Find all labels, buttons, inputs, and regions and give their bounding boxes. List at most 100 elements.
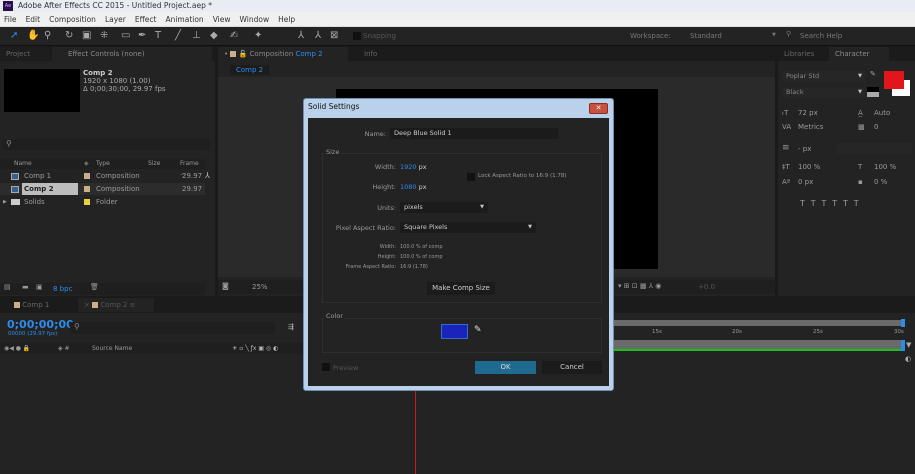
- project-item-comp-1[interactable]: Comp 1 Composition 29.97: [0, 170, 205, 182]
- type-tool-icon[interactable]: T: [155, 30, 161, 42]
- column-size[interactable]: Size: [148, 159, 160, 169]
- search-help-input[interactable]: Search Help: [800, 32, 842, 40]
- ok-button[interactable]: OK: [475, 361, 536, 374]
- magnification-icon[interactable]: ◙: [222, 282, 229, 290]
- tsume-value[interactable]: 0 %: [874, 178, 887, 186]
- menu-layer[interactable]: Layer: [105, 12, 126, 26]
- hand-tool-icon[interactable]: ✋: [27, 30, 39, 42]
- work-area-bar[interactable]: [613, 320, 903, 326]
- axis-view-icon[interactable]: ⊠: [330, 30, 338, 42]
- tab-info[interactable]: Info: [358, 47, 383, 61]
- font-style-dropdown[interactable]: Black ▼: [782, 87, 866, 98]
- tab-timeline-comp-1[interactable]: Comp 1: [8, 298, 55, 312]
- menu-animation[interactable]: Animation: [165, 12, 203, 26]
- layer-list[interactable]: [0, 356, 305, 474]
- menu-effect[interactable]: Effect: [135, 12, 157, 26]
- roto-brush-tool-icon[interactable]: ✍: [230, 30, 238, 42]
- preview-checkbox[interactable]: [322, 363, 330, 371]
- pen-tool-icon[interactable]: ✒: [138, 30, 146, 42]
- time-navigator-end[interactable]: [901, 340, 905, 351]
- project-item-solids[interactable]: ▶ Solids Folder: [0, 196, 205, 208]
- horizontal-scale-value[interactable]: 100 %: [874, 163, 896, 171]
- vertical-scale-value[interactable]: 100 %: [798, 163, 820, 171]
- tab-libraries[interactable]: Libraries: [778, 47, 820, 61]
- color-swatch[interactable]: [441, 324, 468, 339]
- puppet-pin-tool-icon[interactable]: ✦: [254, 30, 262, 42]
- chevron-down-icon[interactable]: ▼: [772, 32, 776, 38]
- eyedropper-icon[interactable]: ✎: [474, 325, 482, 335]
- zoom-tool-icon[interactable]: ⚲: [44, 30, 51, 42]
- tab-character[interactable]: Character: [829, 47, 889, 61]
- menu-view[interactable]: View: [213, 12, 231, 26]
- name-input[interactable]: Deep Blue Solid 1: [390, 128, 558, 139]
- axis-local-icon[interactable]: ⅄: [298, 30, 304, 42]
- rectangle-tool-icon[interactable]: ▭: [121, 30, 130, 42]
- interpret-footage-icon[interactable]: ▤: [4, 283, 11, 291]
- expand-arrow-icon[interactable]: ▶: [3, 196, 7, 208]
- make-comp-size-button[interactable]: Make Comp Size: [427, 282, 495, 295]
- time-navigator[interactable]: [613, 340, 903, 351]
- eyedropper-icon[interactable]: ✎: [870, 70, 876, 78]
- lock-icon[interactable]: 🔓: [239, 50, 248, 58]
- new-comp-icon[interactable]: ▣: [36, 283, 43, 291]
- tab-composition[interactable]: • 🔓 Composition Comp 2: [218, 47, 348, 61]
- text-style-buttons[interactable]: TTTTTT: [800, 199, 865, 208]
- comp-button-icon[interactable]: ◐: [905, 355, 911, 363]
- font-size-value[interactable]: 72 px: [798, 109, 818, 117]
- menu-help[interactable]: Help: [278, 12, 295, 26]
- selection-tool-icon[interactable]: ➚: [10, 30, 18, 42]
- flowchart-icon[interactable]: ⅄: [205, 171, 210, 180]
- width-field[interactable]: 1920 px: [400, 163, 427, 171]
- kerning-value[interactable]: Metrics: [798, 123, 823, 131]
- pixel-aspect-dropdown[interactable]: Square Pixels ▼: [400, 222, 536, 233]
- rotate-tool-icon[interactable]: ↻: [65, 30, 73, 42]
- column-name[interactable]: Name: [14, 159, 32, 169]
- axis-world-icon[interactable]: ⅄: [315, 30, 321, 42]
- tab-timeline-comp-2[interactable]: × Comp 2 ≡: [78, 298, 154, 312]
- menu-composition[interactable]: Composition: [49, 12, 96, 26]
- av-switches-icon[interactable]: ◉◀ ● 🔒: [4, 343, 30, 354]
- project-item-comp-2[interactable]: Comp 2 Composition 29.97: [0, 183, 205, 195]
- tab-effect-controls[interactable]: Effect Controls (none): [52, 47, 212, 61]
- timeline-search-input[interactable]: ⚲: [70, 322, 275, 334]
- default-colors-icon[interactable]: [867, 87, 879, 97]
- new-folder-icon[interactable]: ▬: [22, 283, 29, 291]
- pan-behind-tool-icon[interactable]: ⁜: [100, 30, 108, 42]
- bit-depth-button[interactable]: 8 bpc: [53, 285, 72, 293]
- stroke-width-value[interactable]: - px: [798, 145, 811, 153]
- menu-edit[interactable]: Edit: [26, 12, 41, 26]
- leading-value[interactable]: Auto: [874, 109, 890, 117]
- column-source-name[interactable]: Source Name: [92, 343, 132, 354]
- column-type[interactable]: Type: [96, 159, 110, 169]
- units-dropdown[interactable]: pixels ▼: [400, 202, 488, 213]
- snapping-checkbox[interactable]: [353, 32, 361, 40]
- tab-project[interactable]: Project: [0, 47, 50, 61]
- zoom-dropdown[interactable]: 25%: [252, 283, 268, 291]
- trash-icon[interactable]: 🗑: [90, 283, 99, 291]
- stroke-type-dropdown[interactable]: [836, 143, 912, 154]
- exposure-value[interactable]: +0.0: [698, 283, 715, 291]
- font-family-dropdown[interactable]: Poplar Std ▼: [782, 71, 866, 82]
- baseline-shift-value[interactable]: 0 px: [798, 178, 813, 186]
- rename-field[interactable]: Comp 2: [22, 183, 78, 195]
- brush-tool-icon[interactable]: ╱: [175, 30, 181, 42]
- layer-switches-icon[interactable]: ☀ ▫ ╲ ƒx ▣ ◎ ◐: [232, 343, 278, 354]
- viewer-options-icon[interactable]: ▾ ⊞ ⊡ ▩ ⅄ ◉: [618, 282, 661, 290]
- tracking-value[interactable]: 0: [874, 123, 878, 131]
- comp-breadcrumb[interactable]: Comp 2: [230, 65, 270, 75]
- comp-marker-bin-icon[interactable]: ▼: [906, 341, 911, 349]
- height-field[interactable]: 1080 px: [400, 183, 427, 191]
- cancel-button[interactable]: Cancel: [542, 361, 602, 374]
- clone-stamp-tool-icon[interactable]: ⊥: [192, 30, 201, 42]
- project-search-input[interactable]: ⚲: [2, 139, 210, 150]
- comp-mini-flowchart-icon[interactable]: ⇶: [288, 323, 294, 331]
- close-button[interactable]: ✕: [589, 103, 608, 114]
- menu-window[interactable]: Window: [240, 12, 270, 26]
- workspace-dropdown[interactable]: Standard: [690, 32, 722, 40]
- work-area-end-handle[interactable]: [901, 319, 905, 327]
- camera-tool-icon[interactable]: ▣: [82, 30, 91, 42]
- eraser-tool-icon[interactable]: ◆: [210, 30, 218, 42]
- menu-file[interactable]: File: [4, 12, 17, 26]
- lock-aspect-checkbox[interactable]: [467, 173, 475, 181]
- current-time[interactable]: 0;00;00;00: [7, 318, 74, 331]
